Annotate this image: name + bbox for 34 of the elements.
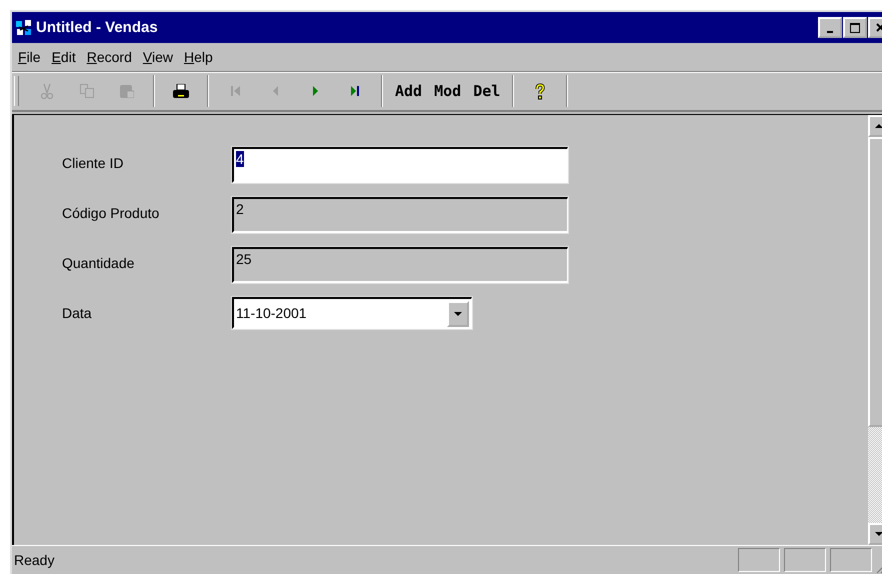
menu-item[interactable]: Edit (52, 49, 76, 65)
printer-icon (173, 84, 189, 98)
app-icon (15, 18, 33, 36)
next-record-icon (312, 86, 318, 96)
first-record-icon (230, 86, 240, 96)
copy-icon (80, 84, 94, 98)
toolbar-button[interactable]: Mod (428, 76, 468, 106)
menu-item[interactable]: View (142, 49, 173, 65)
input-field[interactable]: 4 (232, 147, 568, 183)
field-label: Cliente ID (62, 154, 124, 171)
status-text: Ready (13, 552, 56, 568)
menu-item[interactable]: File (18, 49, 41, 65)
paste-icon (120, 84, 134, 98)
field-label: Código Produto (62, 204, 160, 221)
status-pane (830, 548, 872, 572)
minimize-button[interactable] (818, 17, 842, 38)
previous-record-icon (272, 86, 278, 96)
window-title: Untitled - Vendas (36, 19, 159, 36)
maximize-button[interactable] (843, 17, 867, 38)
close-icon (876, 23, 882, 32)
menu-item[interactable]: Record (86, 49, 132, 65)
help-icon (535, 82, 546, 100)
minimize-icon (827, 30, 833, 32)
toolbar-button[interactable]: Del (467, 76, 506, 106)
toolbar-button[interactable]: Add (389, 76, 428, 106)
menu-item[interactable]: Help (184, 49, 213, 65)
maximize-icon (850, 22, 860, 32)
field-label: Data (62, 304, 93, 321)
last-record-icon (351, 86, 359, 96)
date-dropdown[interactable]: 11-10-2001 (232, 297, 472, 329)
field-label: Quantidade (62, 254, 136, 271)
status-pane (738, 548, 780, 572)
scissors-icon (41, 83, 53, 99)
status-pane (784, 548, 826, 572)
